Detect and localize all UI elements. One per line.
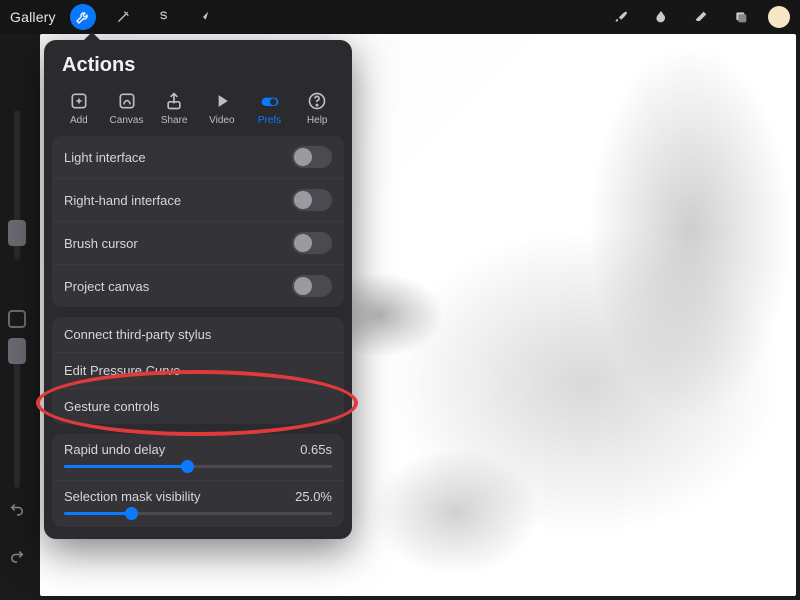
tab-help[interactable]: Help <box>296 91 338 126</box>
prefs-toggle-section: Light interface Right-hand interface Bru… <box>52 136 344 307</box>
brush-opacity-slider[interactable] <box>14 338 20 488</box>
popover-title: Actions <box>44 40 352 87</box>
pref-brush-cursor[interactable]: Brush cursor <box>52 221 344 264</box>
brush-opacity-thumb[interactable] <box>8 338 26 364</box>
row-label: Connect third-party stylus <box>64 327 211 342</box>
actions-popover: Actions Add Canvas Share Video Prefs Hel… <box>44 40 352 539</box>
prefs-link-section: Connect third-party stylus Edit Pressure… <box>52 317 344 424</box>
popover-tab-bar: Add Canvas Share Video Prefs Help <box>44 87 352 136</box>
slider-track[interactable] <box>64 512 332 515</box>
toggle-switch[interactable] <box>292 275 332 297</box>
slider-track[interactable] <box>64 465 332 468</box>
adjustments-wand-icon[interactable] <box>110 4 136 30</box>
tab-label: Canvas <box>110 115 144 126</box>
toggle-switch[interactable] <box>292 146 332 168</box>
prefs-slider-section: Rapid undo delay 0.65s Selection mask vi… <box>52 434 344 527</box>
undo-icon[interactable] <box>8 500 26 523</box>
selection-s-icon[interactable] <box>150 4 176 30</box>
tab-label: Share <box>161 115 188 126</box>
modify-button[interactable] <box>8 310 26 328</box>
toggle-switch[interactable] <box>292 189 332 211</box>
row-label: Project canvas <box>64 279 149 294</box>
tab-share[interactable]: Share <box>153 91 195 126</box>
pref-project-canvas[interactable]: Project canvas <box>52 264 344 307</box>
transform-arrow-icon[interactable] <box>190 4 216 30</box>
smudge-icon[interactable] <box>648 4 674 30</box>
tab-label: Prefs <box>258 115 281 126</box>
actions-wrench-icon[interactable] <box>70 4 96 30</box>
pref-light-interface[interactable]: Light interface <box>52 136 344 178</box>
row-label: Edit Pressure Curve <box>64 363 180 378</box>
pref-connect-stylus[interactable]: Connect third-party stylus <box>52 317 344 352</box>
pref-gesture-controls[interactable]: Gesture controls <box>52 388 344 424</box>
toggle-switch[interactable] <box>292 232 332 254</box>
brush-icon[interactable] <box>608 4 634 30</box>
pref-edit-pressure-curve[interactable]: Edit Pressure Curve <box>52 352 344 388</box>
redo-icon[interactable] <box>8 547 26 570</box>
row-label: Selection mask visibility <box>64 489 201 504</box>
tab-video[interactable]: Video <box>201 91 243 126</box>
tab-prefs[interactable]: Prefs <box>249 91 291 126</box>
slider-fill <box>64 512 131 515</box>
row-label: Light interface <box>64 150 146 165</box>
tab-label: Help <box>307 115 328 126</box>
side-slider-rail <box>6 110 28 490</box>
layers-icon[interactable] <box>728 4 754 30</box>
row-label: Rapid undo delay <box>64 442 165 457</box>
row-label: Gesture controls <box>64 399 159 414</box>
color-picker-icon[interactable] <box>768 6 790 28</box>
slider-knob[interactable] <box>125 507 138 520</box>
top-toolbar: Gallery <box>0 0 800 34</box>
gallery-button[interactable]: Gallery <box>10 9 56 25</box>
pref-selection-mask-visibility[interactable]: Selection mask visibility 25.0% <box>52 480 344 527</box>
brush-size-slider[interactable] <box>14 110 20 260</box>
tab-add[interactable]: Add <box>58 91 100 126</box>
slider-fill <box>64 465 187 468</box>
row-value: 0.65s <box>300 442 332 457</box>
tab-canvas[interactable]: Canvas <box>106 91 148 126</box>
row-label: Brush cursor <box>64 236 138 251</box>
eraser-icon[interactable] <box>688 4 714 30</box>
row-label: Right-hand interface <box>64 193 181 208</box>
tab-label: Video <box>209 115 234 126</box>
brush-size-thumb[interactable] <box>8 220 26 246</box>
tab-label: Add <box>70 115 88 126</box>
row-value: 25.0% <box>295 489 332 504</box>
slider-knob[interactable] <box>181 460 194 473</box>
pref-right-hand-interface[interactable]: Right-hand interface <box>52 178 344 221</box>
pref-rapid-undo-delay[interactable]: Rapid undo delay 0.65s <box>52 434 344 480</box>
